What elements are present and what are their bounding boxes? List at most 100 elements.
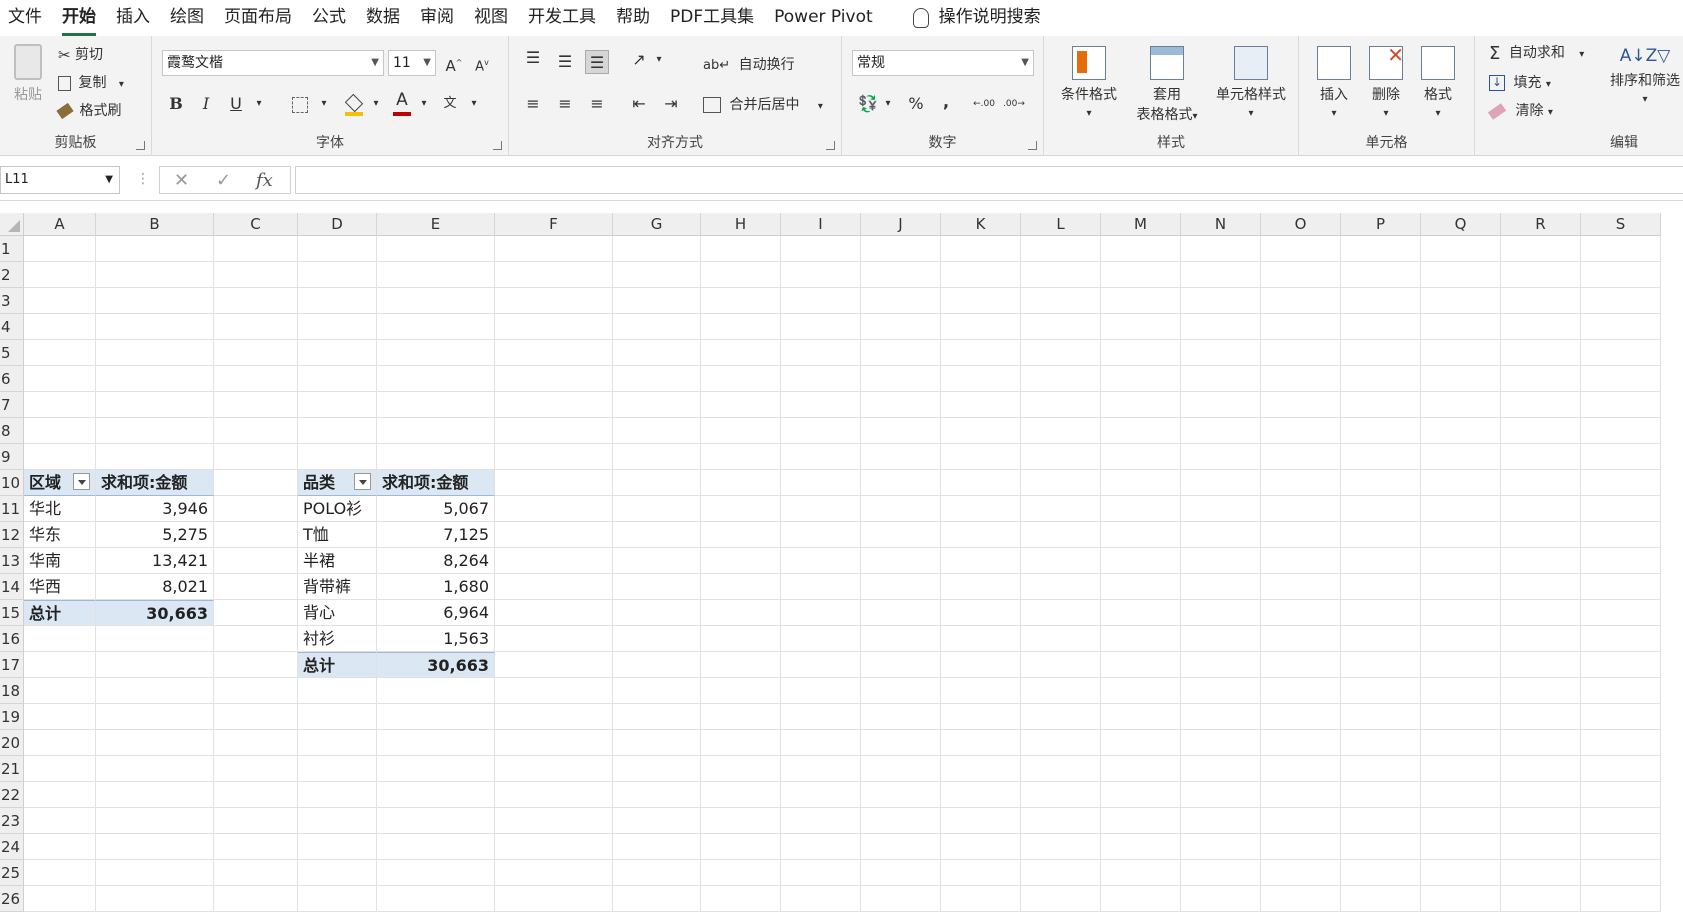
cell-s8[interactable] (1581, 418, 1661, 444)
italic-button[interactable]: I (194, 92, 218, 116)
cell-q8[interactable] (1421, 418, 1501, 444)
cell-j19[interactable] (861, 704, 941, 730)
cell-a13[interactable]: 华南 (24, 548, 96, 574)
cell-h15[interactable] (701, 600, 781, 626)
cell-n14[interactable] (1181, 574, 1261, 600)
cell-p20[interactable] (1341, 730, 1421, 756)
cell-d14[interactable]: 背带裤 (298, 574, 377, 600)
cell-c16[interactable] (214, 626, 298, 652)
tab-file[interactable]: 文件 (8, 0, 42, 36)
cell-m20[interactable] (1101, 730, 1181, 756)
cell-f12[interactable] (495, 522, 613, 548)
cell-s22[interactable] (1581, 782, 1661, 808)
cell-k2[interactable] (941, 262, 1021, 288)
cell-d11[interactable]: POLO衫 (298, 496, 377, 522)
cell-a20[interactable] (24, 730, 96, 756)
cell-r4[interactable] (1501, 314, 1581, 340)
row-header-18[interactable]: 18 (0, 678, 24, 704)
cell-i12[interactable] (781, 522, 861, 548)
cell-r5[interactable] (1501, 340, 1581, 366)
cell-q10[interactable] (1421, 470, 1501, 496)
cell-l22[interactable] (1021, 782, 1101, 808)
cell-d3[interactable] (298, 288, 377, 314)
cell-k13[interactable] (941, 548, 1021, 574)
cell-j9[interactable] (861, 444, 941, 470)
cell-q15[interactable] (1421, 600, 1501, 626)
cell-c9[interactable] (214, 444, 298, 470)
cell-h2[interactable] (701, 262, 781, 288)
tab-developer[interactable]: 开发工具 (528, 0, 596, 36)
cell-g17[interactable] (613, 652, 701, 678)
phonetic-button[interactable]: 文 (438, 92, 462, 116)
cell-e25[interactable] (377, 860, 495, 886)
cell-m9[interactable] (1101, 444, 1181, 470)
cell-p25[interactable] (1341, 860, 1421, 886)
cell-k10[interactable] (941, 470, 1021, 496)
cell-m16[interactable] (1101, 626, 1181, 652)
column-header-i[interactable]: I (781, 213, 861, 236)
cell-s11[interactable] (1581, 496, 1661, 522)
cell-j3[interactable] (861, 288, 941, 314)
cell-q11[interactable] (1421, 496, 1501, 522)
cell-e8[interactable] (377, 418, 495, 444)
cell-n7[interactable] (1181, 392, 1261, 418)
cell-j5[interactable] (861, 340, 941, 366)
cell-l24[interactable] (1021, 834, 1101, 860)
cell-i26[interactable] (781, 886, 861, 912)
cell-b9[interactable] (96, 444, 214, 470)
row-header-2[interactable]: 2 (0, 262, 24, 288)
cell-e7[interactable] (377, 392, 495, 418)
cell-m7[interactable] (1101, 392, 1181, 418)
cell-n16[interactable] (1181, 626, 1261, 652)
cell-c25[interactable] (214, 860, 298, 886)
cell-g2[interactable] (613, 262, 701, 288)
cell-d16[interactable]: 衬衫 (298, 626, 377, 652)
cell-m8[interactable] (1101, 418, 1181, 444)
cell-p7[interactable] (1341, 392, 1421, 418)
cell-n2[interactable] (1181, 262, 1261, 288)
cell-r17[interactable] (1501, 652, 1581, 678)
cell-f7[interactable] (495, 392, 613, 418)
cell-n6[interactable] (1181, 366, 1261, 392)
cell-c23[interactable] (214, 808, 298, 834)
column-header-m[interactable]: M (1101, 213, 1181, 236)
cell-b26[interactable] (96, 886, 214, 912)
cell-s17[interactable] (1581, 652, 1661, 678)
align-left-icon[interactable]: ≡ (521, 92, 545, 116)
cell-h1[interactable] (701, 236, 781, 262)
cell-h6[interactable] (701, 366, 781, 392)
chevron-down-icon[interactable]: ▾ (312, 92, 336, 116)
insert-cells-button[interactable]: 插入 ▾ (1309, 46, 1359, 120)
cell-g8[interactable] (613, 418, 701, 444)
cell-q23[interactable] (1421, 808, 1501, 834)
cell-b18[interactable] (96, 678, 214, 704)
tab-insert[interactable]: 插入 (116, 0, 150, 36)
tab-page-layout[interactable]: 页面布局 (224, 0, 292, 36)
cell-d12[interactable]: T恤 (298, 522, 377, 548)
align-bottom-icon[interactable]: ☰ (585, 50, 609, 74)
cell-o5[interactable] (1261, 340, 1341, 366)
cell-o23[interactable] (1261, 808, 1341, 834)
cell-g9[interactable] (613, 444, 701, 470)
cell-f1[interactable] (495, 236, 613, 262)
cell-m13[interactable] (1101, 548, 1181, 574)
cell-p23[interactable] (1341, 808, 1421, 834)
cell-n5[interactable] (1181, 340, 1261, 366)
cell-s15[interactable] (1581, 600, 1661, 626)
cell-i4[interactable] (781, 314, 861, 340)
cell-c26[interactable] (214, 886, 298, 912)
cell-o20[interactable] (1261, 730, 1341, 756)
cell-e20[interactable] (377, 730, 495, 756)
cell-b6[interactable] (96, 366, 214, 392)
font-family-select[interactable]: 霞鹜文楷 ▼ (162, 50, 384, 76)
cell-k20[interactable] (941, 730, 1021, 756)
cell-h24[interactable] (701, 834, 781, 860)
cell-p21[interactable] (1341, 756, 1421, 782)
cell-i17[interactable] (781, 652, 861, 678)
cell-q22[interactable] (1421, 782, 1501, 808)
cell-j24[interactable] (861, 834, 941, 860)
percent-button[interactable]: % (904, 92, 928, 116)
cell-m10[interactable] (1101, 470, 1181, 496)
tab-home[interactable]: 开始 (62, 0, 96, 36)
cell-e2[interactable] (377, 262, 495, 288)
